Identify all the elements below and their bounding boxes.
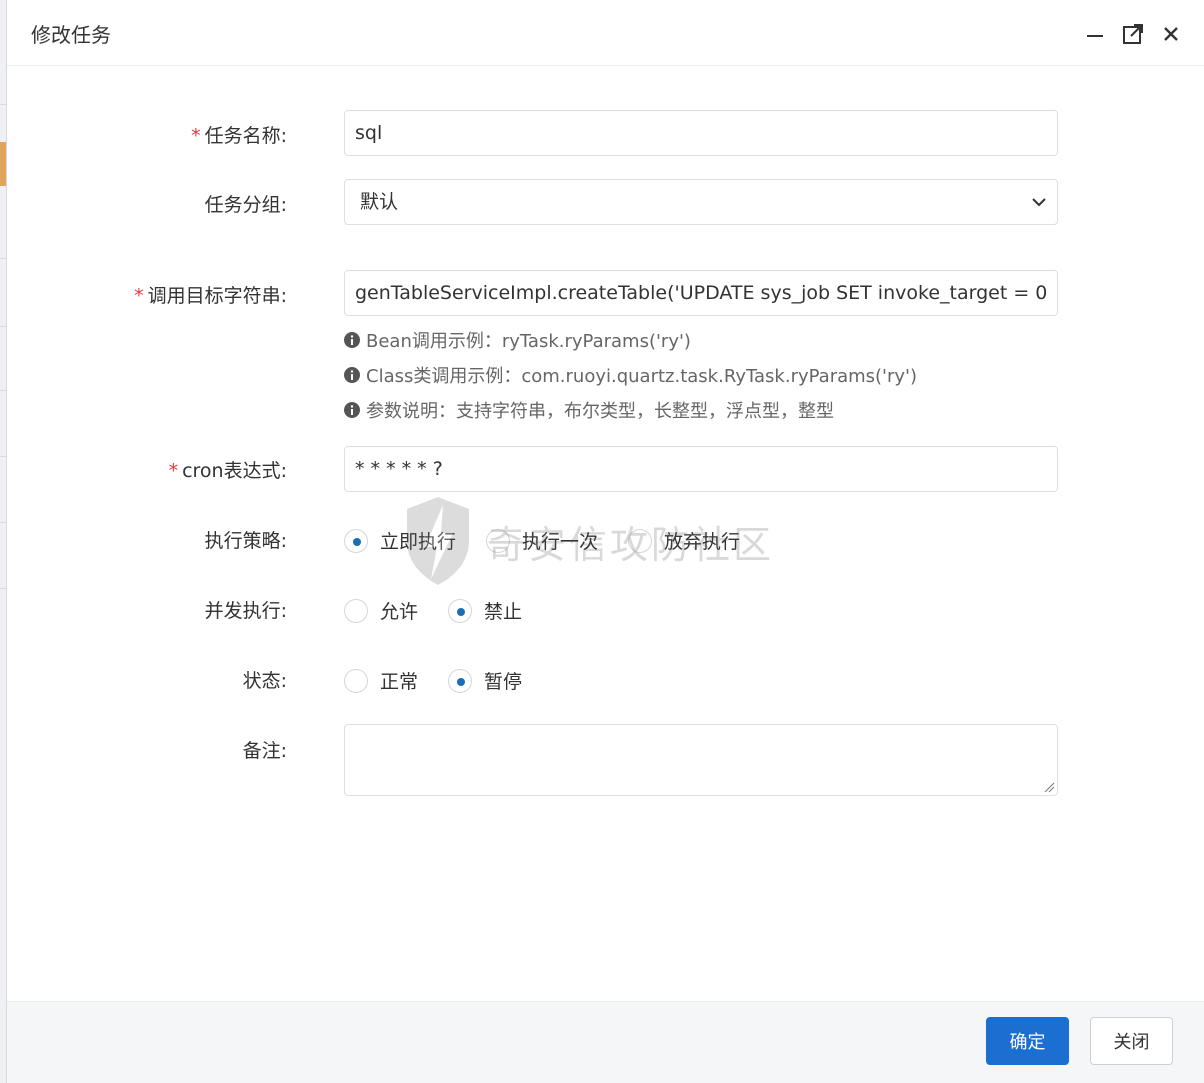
radio-label: 禁止: [484, 601, 523, 623]
help-param-description: 参数说明：支持字符串，布尔类型，长整型，浮点型，整型: [344, 397, 834, 423]
status-label: 状态:: [242, 670, 287, 692]
radio-label: 暂停: [484, 671, 523, 693]
radio-circle-checked[interactable]: [448, 598, 473, 623]
radio-circle[interactable]: [344, 598, 368, 623]
resize-grip-icon[interactable]: [1043, 781, 1055, 793]
concurrent-radio-group: 允许 禁止: [344, 597, 552, 624]
required-mark: *: [134, 285, 144, 307]
remark-textarea[interactable]: [344, 724, 1058, 796]
radio-label: 放弃执行: [664, 531, 741, 553]
maximize-button[interactable]: [1119, 20, 1147, 48]
radio-misfire-abandon[interactable]: 放弃执行: [628, 527, 740, 554]
radio-status-normal[interactable]: 正常: [344, 667, 418, 694]
radio-label: 立即执行: [380, 531, 457, 553]
help-text: Class类调用示例：com.ruoyi.quartz.task.RyTask.…: [366, 366, 918, 387]
help-text: 参数说明：支持字符串，布尔类型，长整型，浮点型，整型: [366, 401, 834, 422]
minimize-button[interactable]: [1081, 20, 1109, 48]
info-icon: [344, 402, 360, 418]
dialog-footer: 确定 关闭: [7, 1001, 1204, 1083]
job-group-value: 默认: [360, 191, 399, 213]
radio-label: 正常: [380, 671, 419, 693]
radio-circle[interactable]: [344, 668, 368, 693]
confirm-button[interactable]: 确定: [986, 1017, 1069, 1065]
status-radio-group: 正常 暂停: [344, 667, 552, 694]
chevron-down-icon: [1032, 198, 1046, 207]
job-group-select[interactable]: 默认: [344, 179, 1058, 225]
radio-circle-checked[interactable]: [448, 668, 473, 693]
invoke-target-input[interactable]: genTableServiceImpl.createTable('UPDATE …: [344, 270, 1058, 316]
invoke-target-label-text: 调用目标字符串:: [147, 285, 287, 307]
invoke-target-label: * 调用目标字符串:: [7, 281, 287, 308]
job-group-label: 任务分组:: [204, 194, 287, 216]
required-mark: *: [191, 125, 201, 147]
close-dialog-button[interactable]: 关闭: [1090, 1017, 1173, 1065]
concurrent-label: 并发执行:: [204, 600, 287, 622]
cron-label-text: cron表达式:: [182, 460, 287, 482]
radio-circle[interactable]: [486, 528, 511, 553]
misfire-policy-label: 执行策略:: [204, 530, 287, 552]
radio-misfire-immediate[interactable]: 立即执行: [344, 527, 456, 554]
help-class-example: Class类调用示例：com.ruoyi.quartz.task.RyTask.…: [344, 362, 917, 388]
remark-label: 备注:: [242, 740, 287, 762]
radio-label: 执行一次: [522, 531, 599, 553]
info-icon: [344, 332, 360, 348]
close-icon: [1164, 27, 1178, 41]
job-name-label: * 任务名称:: [7, 121, 287, 148]
help-text: Bean调用示例：ryTask.ryParams('ry'): [366, 331, 691, 352]
edit-job-dialog: 修改任务 * 任务名称: sql 任务分组: 默认 * 调用目标字符串: gen…: [6, 0, 1204, 1083]
job-name-input[interactable]: sql: [344, 110, 1058, 156]
minimize-icon: [1087, 35, 1103, 37]
job-name-label-text: 任务名称:: [204, 125, 287, 147]
dialog-title: 修改任务: [31, 23, 111, 47]
radio-circle-checked[interactable]: [344, 528, 368, 553]
required-mark: *: [168, 460, 179, 482]
radio-status-paused[interactable]: 暂停: [448, 667, 522, 694]
misfire-policy-radio-group: 立即执行 执行一次 放弃执行: [344, 527, 770, 554]
radio-concurrent-allow[interactable]: 允许: [344, 597, 418, 624]
cron-label: * cron表达式:: [7, 456, 287, 483]
maximize-icon: [1123, 24, 1143, 44]
close-button[interactable]: [1157, 20, 1185, 48]
help-bean-example: Bean调用示例：ryTask.ryParams('ry'): [344, 327, 691, 353]
cron-expression-input[interactable]: * * * * * ?: [344, 446, 1058, 492]
radio-label: 允许: [380, 601, 419, 623]
radio-concurrent-forbid[interactable]: 禁止: [448, 597, 522, 624]
info-icon: [344, 367, 360, 383]
radio-circle[interactable]: [628, 528, 653, 553]
radio-misfire-once[interactable]: 执行一次: [486, 527, 598, 554]
dialog-header: 修改任务: [7, 0, 1204, 66]
